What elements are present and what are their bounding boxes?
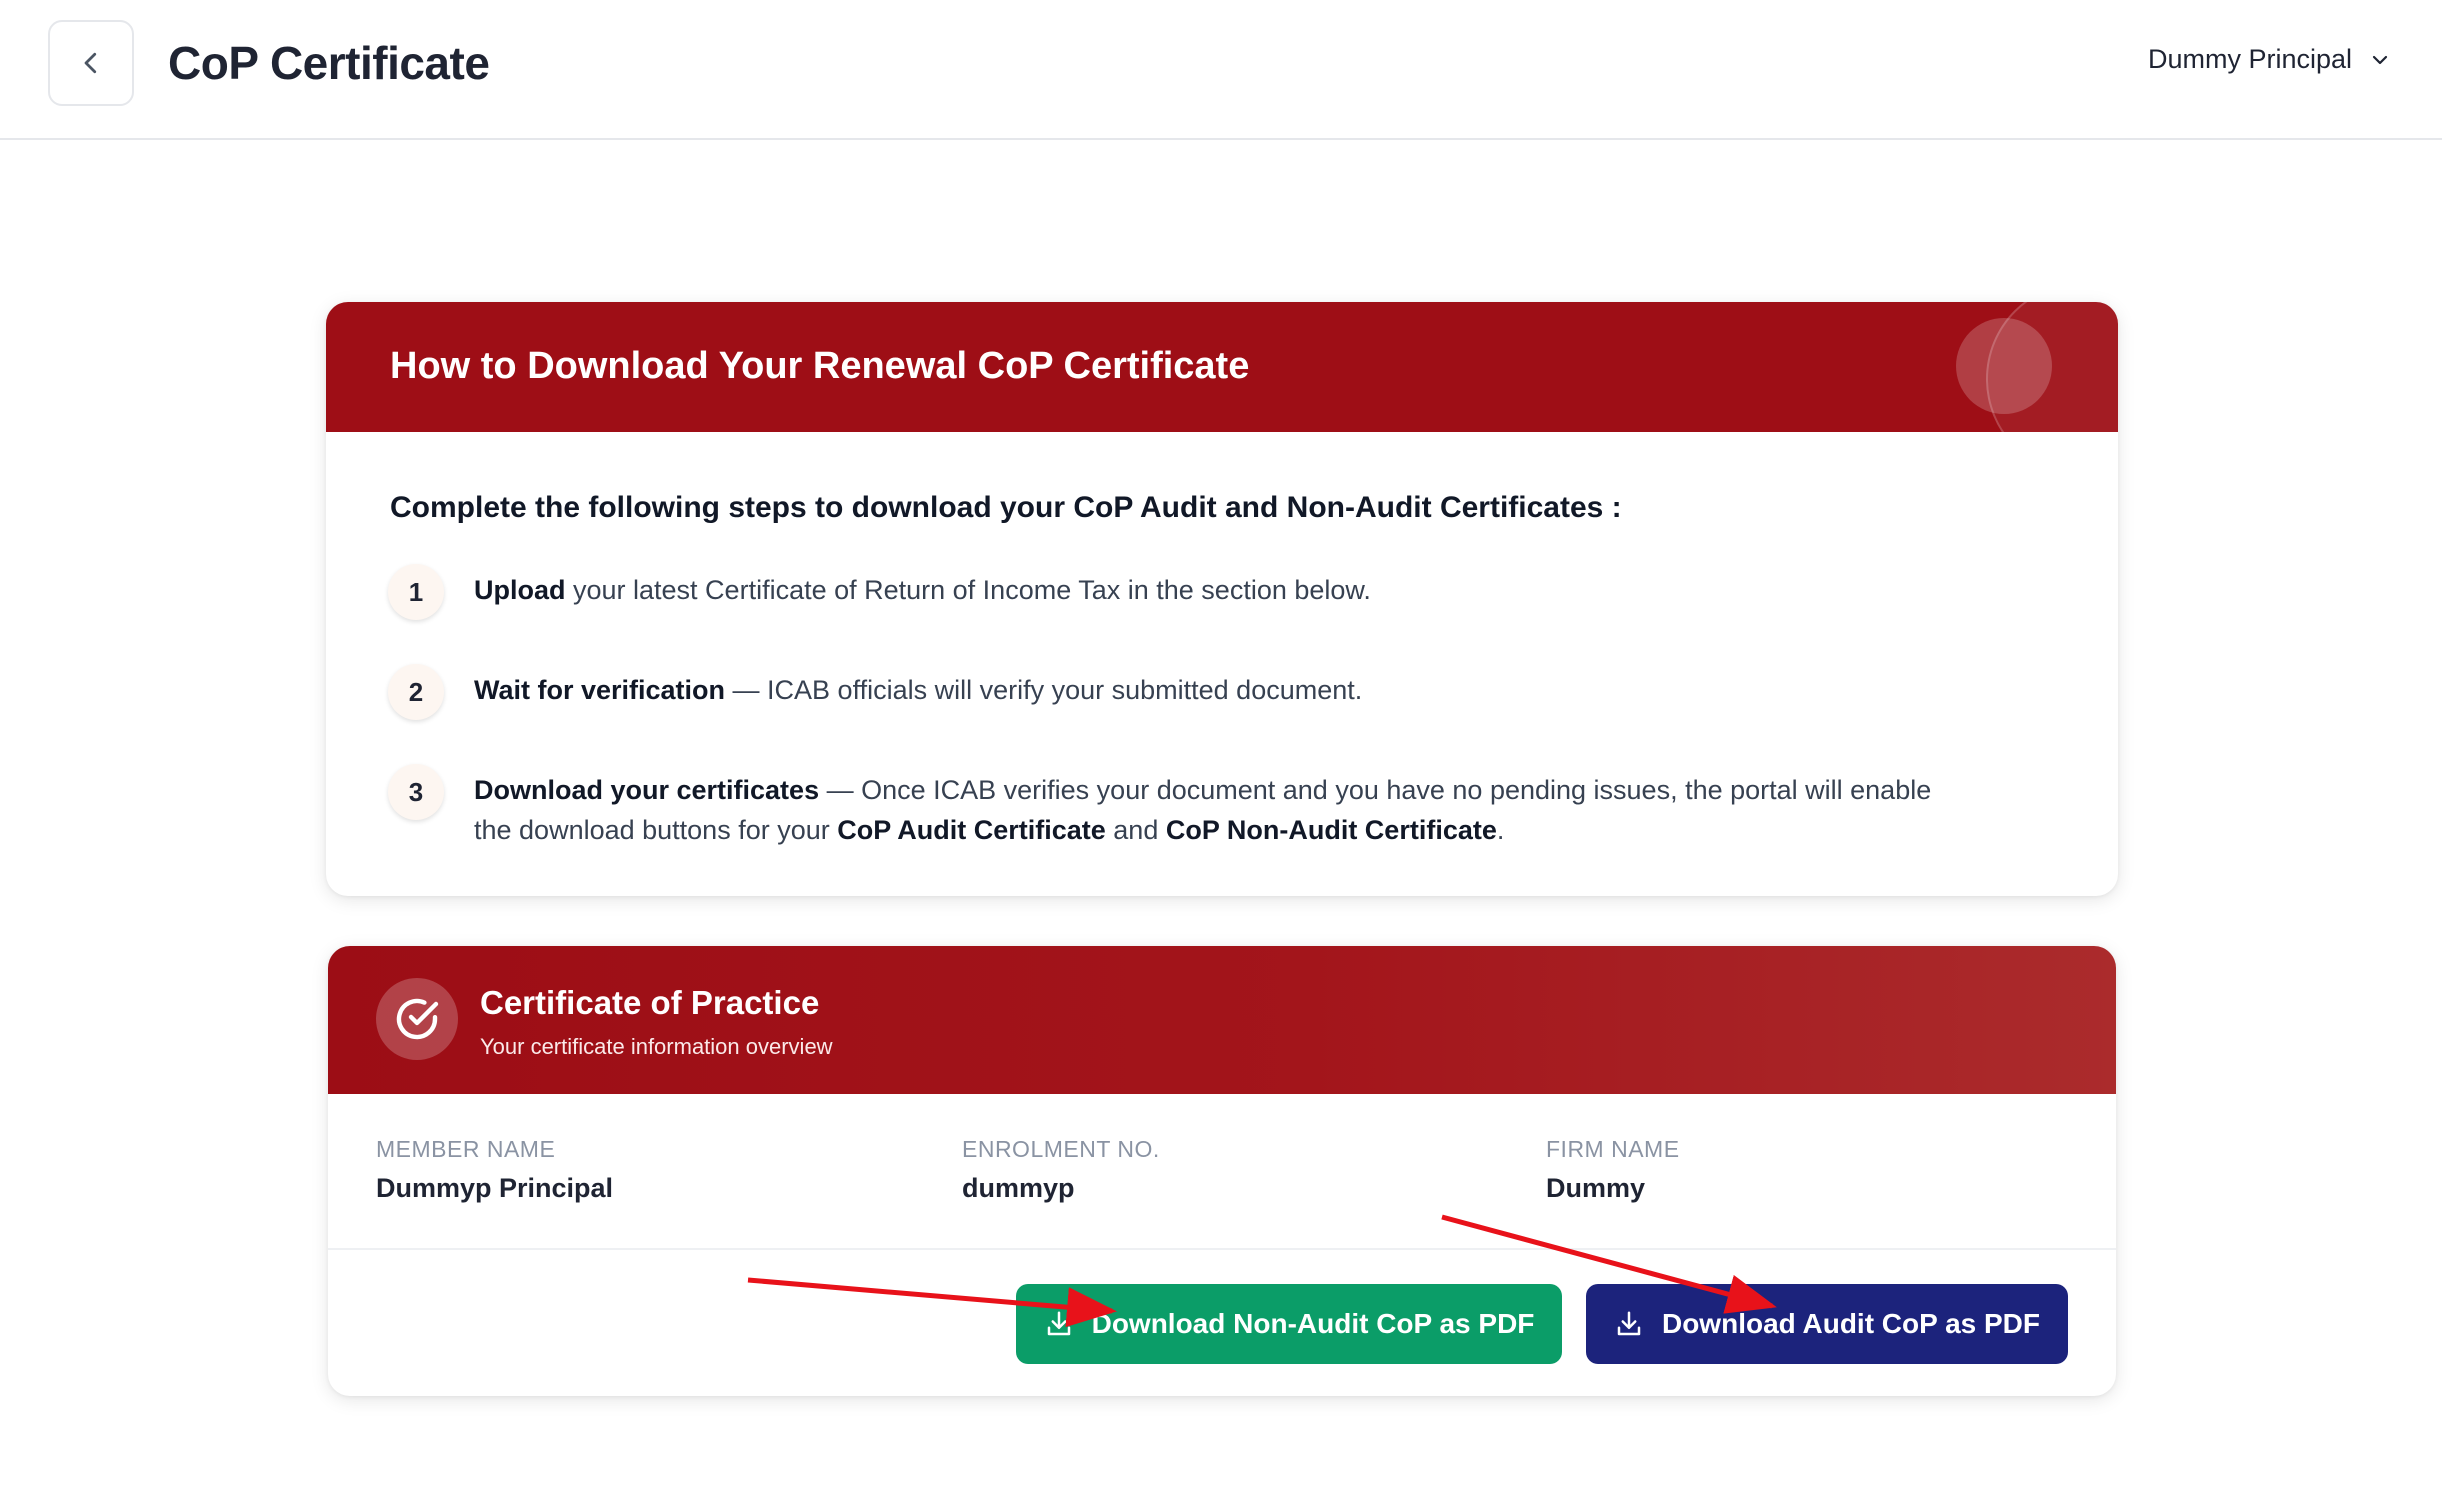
certificate-title: Certificate of Practice xyxy=(480,984,820,1021)
member-name-field: MEMBER NAME Dummyp Principal xyxy=(376,1134,613,1206)
step-number: 2 xyxy=(388,664,444,720)
download-non-audit-label: Download Non-Audit CoP as PDF xyxy=(1091,1308,1535,1339)
step-text: Wait for verification — ICAB officials w… xyxy=(474,664,1974,710)
back-button[interactable] xyxy=(48,20,134,106)
field-label: MEMBER NAME xyxy=(376,1136,556,1162)
step-strong-non-audit: CoP Non-Audit Certificate xyxy=(1165,815,1497,845)
top-bar: CoP Certificate Dummy Principal xyxy=(0,0,2442,140)
step-desc: your latest Certificate of Return of Inc… xyxy=(565,575,1371,605)
certificate-card: Certificate of Practice Your certificate… xyxy=(328,946,2116,1396)
chevron-left-icon xyxy=(84,52,97,74)
step-number: 1 xyxy=(388,564,444,620)
field-label: ENROLMENT NO. xyxy=(962,1136,1160,1162)
certificate-subtitle: Your certificate information overview xyxy=(480,1034,833,1059)
certificate-header: Certificate of Practice Your certificate… xyxy=(328,946,2116,1094)
download-audit-label: Download Audit CoP as PDF xyxy=(1661,1308,2040,1339)
step-desc: — ICAB officials will verify your submit… xyxy=(725,675,1363,705)
step-strong: Wait for verification xyxy=(474,675,726,705)
chevron-down-icon xyxy=(2372,55,2388,64)
field-label: FIRM NAME xyxy=(1546,1136,1680,1162)
step-strong: Upload xyxy=(474,575,566,605)
instructions-card: How to Download Your Renewal CoP Certifi… xyxy=(326,302,2118,896)
check-circle-icon xyxy=(396,998,439,1040)
step-strong: Download your certificates xyxy=(474,775,820,805)
download-icon xyxy=(1047,1311,1070,1336)
page-title: CoP Certificate xyxy=(168,37,490,89)
step-strong-audit: CoP Audit Certificate xyxy=(837,815,1106,845)
step-item: 3 Download your certificates — Once ICAB… xyxy=(388,764,1974,850)
step-desc-end: . xyxy=(1496,815,1505,845)
step-text: Upload your latest Certificate of Return… xyxy=(474,564,1974,610)
step-desc-and: and xyxy=(1105,815,1166,845)
step-item: 2 Wait for verification — ICAB officials… xyxy=(388,664,1974,720)
user-name: Dummy Principal xyxy=(2147,44,2352,74)
download-icon xyxy=(1617,1311,1641,1336)
step-item: 1 Upload your latest Certificate of Retu… xyxy=(388,564,1974,620)
step-number: 3 xyxy=(388,764,444,820)
decorative-circle xyxy=(1956,318,2052,414)
instructions-title: How to Download Your Renewal CoP Certifi… xyxy=(390,345,1250,387)
instructions-intro: Complete the following steps to download… xyxy=(390,491,1622,524)
user-menu[interactable]: Dummy Principal xyxy=(2148,44,2392,75)
certificate-icon-badge xyxy=(376,978,458,1060)
field-value: Dummy xyxy=(1546,1173,1646,1203)
firm-name-field: FIRM NAME Dummy xyxy=(1546,1134,1680,1206)
divider xyxy=(328,1248,2116,1250)
download-non-audit-button[interactable]: Download Non-Audit CoP as PDF xyxy=(1016,1284,1562,1364)
enrolment-no-field: ENROLMENT NO. dummyp xyxy=(962,1134,1160,1206)
download-audit-button[interactable]: Download Audit CoP as PDF xyxy=(1586,1284,2068,1364)
field-value: dummyp xyxy=(962,1173,1075,1203)
instructions-header: How to Download Your Renewal CoP Certifi… xyxy=(326,302,2118,432)
step-text: Download your certificates — Once ICAB v… xyxy=(474,764,1974,850)
field-value: Dummyp Principal xyxy=(376,1173,614,1203)
